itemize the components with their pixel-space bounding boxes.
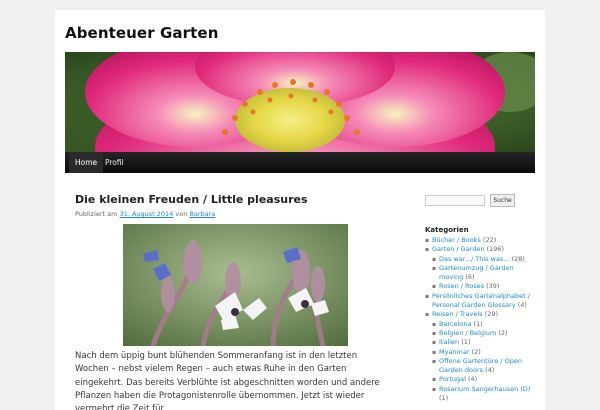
category-link[interactable]: Rosen / Roses [439,282,484,290]
category-item: Garten / Garden (196) [425,245,535,255]
category-link[interactable]: Offene Gartentüre / Open Garden doors [439,357,522,374]
search-button[interactable]: Suche [490,194,515,207]
category-list: Bücher / Books (22) Garten / Garden (196… [425,236,535,403]
category-item: Persönliches Gartenalphabet / Personal G… [425,292,535,311]
search-input[interactable] [425,195,485,206]
category-item: Italien (1) [432,338,535,348]
category-item: Offene Gartentüre / Open Garden doors (4… [432,357,535,376]
post-meta-prefix: Publiziert am [75,210,118,218]
main-navigation: Home Profil [65,152,535,173]
category-count: (2) [498,328,508,337]
post-meta-by: von [175,210,188,218]
nav-item-profil[interactable]: Profil [99,152,130,173]
site-title[interactable]: Abenteuer Garten [65,24,218,42]
post-meta: Publiziert am 31. August 2014 von Barbar… [75,210,215,218]
post-body-text: Nach dem üppig bunt blühenden Sommeranfa… [75,351,380,410]
header-image-pink-flower[interactable] [65,52,535,152]
category-item: Gartenumzug / Garden moving (6) [432,264,535,283]
category-link[interactable]: Gartenumzug / Garden moving [439,264,514,281]
category-count: (6) [465,273,475,282]
category-link[interactable]: Das war.../ This was... [439,255,510,263]
category-count: (1) [461,338,471,347]
post-author-link[interactable]: Barbara [189,210,215,218]
borage-flowers-graphic [123,224,348,346]
category-count: (4) [468,375,478,384]
category-item: Portugal (4) [432,375,535,385]
category-count: (4) [485,366,495,375]
category-item: Barcelona (1) [432,319,535,330]
categories-heading: Kategorien [425,226,469,234]
category-count: (29) [484,310,498,319]
category-item: Das war.../ This was... (28) [432,254,535,265]
category-link[interactable]: Myanmar [439,348,470,356]
category-count: (4) [517,301,527,310]
page: Abenteuer Garten Home Profil Die kleinen… [55,10,545,410]
category-count: (39) [486,282,500,291]
category-item: Rosarium Sangerhausen (D) (1) [432,385,535,404]
category-link[interactable]: Italien [439,338,459,346]
category-item: Rosen / Roses (39) [432,282,535,292]
flower-header-graphic [65,52,535,152]
category-count: (2) [471,347,481,356]
category-count: (1) [473,319,483,328]
category-link[interactable]: Rosarium Sangerhausen (D) [439,385,530,393]
category-item: Reisen / Travels (29) [425,310,535,320]
category-count: (196) [486,245,505,254]
category-link[interactable]: Belgien / Belgium [439,329,496,337]
category-count: (1) [439,394,449,403]
category-link[interactable]: Persönliches Gartenalphabet / Personal G… [432,292,530,309]
category-item: Bücher / Books (22) [425,236,535,246]
category-link[interactable]: Bücher / Books [432,236,481,244]
category-item: Myanmar (2) [432,347,535,358]
category-link[interactable]: Barcelona [439,320,471,328]
category-link[interactable]: Portugal [439,375,466,383]
category-item: Belgien / Belgium (2) [432,328,535,339]
category-link[interactable]: Garten / Garden [432,245,485,253]
post-title[interactable]: Die kleinen Freuden / Little pleasures [75,193,308,206]
category-link[interactable]: Reisen / Travels [432,310,483,318]
post-date-link[interactable]: 31. August 2014 [120,210,174,218]
category-count: (28) [511,254,525,263]
category-count: (22) [482,236,497,244]
post-image-borage-flowers[interactable] [123,224,348,346]
